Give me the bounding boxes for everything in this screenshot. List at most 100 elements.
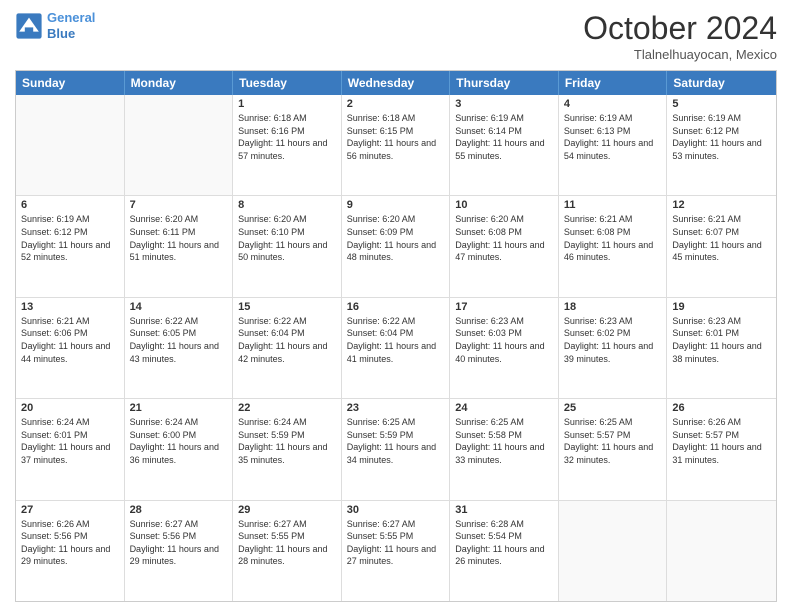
day-info: Sunrise: 6:20 AM Sunset: 6:08 PM Dayligh… xyxy=(455,213,553,263)
day-info: Sunrise: 6:22 AM Sunset: 6:04 PM Dayligh… xyxy=(347,315,445,365)
header-day-tuesday: Tuesday xyxy=(233,71,342,95)
day-info: Sunrise: 6:21 AM Sunset: 6:08 PM Dayligh… xyxy=(564,213,662,263)
logo: General Blue xyxy=(15,10,95,41)
calendar: SundayMondayTuesdayWednesdayThursdayFrid… xyxy=(15,70,777,602)
day-number: 31 xyxy=(455,504,553,516)
cal-cell: 25 Sunrise: 6:25 AM Sunset: 5:57 PM Dayli… xyxy=(559,399,668,499)
day-number: 22 xyxy=(238,402,336,414)
location: Tlalnelhuayocan, Mexico xyxy=(583,47,777,62)
cal-cell: 5Sunrise: 6:19 AM Sunset: 6:12 PM Daylig… xyxy=(667,95,776,195)
cal-cell: 24Sunrise: 6:25 AM Sunset: 5:58 PM Dayli… xyxy=(450,399,559,499)
day-number: 10 xyxy=(455,199,553,211)
day-info: Sunrise: 6:21 AM Sunset: 6:06 PM Dayligh… xyxy=(21,315,119,365)
header-day-wednesday: Wednesday xyxy=(342,71,451,95)
day-info: Sunrise: 6:24 AM Sunset: 6:00 PM Dayligh… xyxy=(130,416,228,466)
day-info: Sunrise: 6:19 AM Sunset: 6:13 PM Dayligh… xyxy=(564,112,662,162)
week-row-2: 6 Sunrise: 6:19 AM Sunset: 6:12 PM Daylig… xyxy=(16,196,776,297)
day-number: 14 xyxy=(130,301,228,313)
header-day-friday: Friday xyxy=(559,71,668,95)
cal-cell xyxy=(125,95,234,195)
day-info: Sunrise: 6:24 AM Sunset: 5:59 PM Dayligh… xyxy=(238,416,336,466)
day-number: 16 xyxy=(347,301,445,313)
day-info: Sunrise: 6:19 AM Sunset: 6:12 PM Dayligh… xyxy=(21,213,119,263)
day-info: Sunrise: 6:27 AM Sunset: 5:55 PM Dayligh… xyxy=(347,518,445,568)
day-number: 11 xyxy=(564,199,662,211)
cal-cell: 28 Sunrise: 6:27 AM Sunset: 5:56 PM Dayli… xyxy=(125,501,234,601)
cal-cell: 11 Sunrise: 6:21 AM Sunset: 6:08 PM Dayli… xyxy=(559,196,668,296)
day-number: 6 xyxy=(21,199,119,211)
day-number: 18 xyxy=(564,301,662,313)
week-row-3: 13 Sunrise: 6:21 AM Sunset: 6:06 PM Dayli… xyxy=(16,298,776,399)
calendar-body: 1 Sunrise: 6:18 AM Sunset: 6:16 PM Daylig… xyxy=(16,95,776,601)
day-number: 4 xyxy=(564,98,662,110)
day-number: 25 xyxy=(564,402,662,414)
day-number: 7 xyxy=(130,199,228,211)
day-info: Sunrise: 6:28 AM Sunset: 5:54 PM Dayligh… xyxy=(455,518,553,568)
cal-cell: 16 Sunrise: 6:22 AM Sunset: 6:04 PM Dayli… xyxy=(342,298,451,398)
week-row-1: 1 Sunrise: 6:18 AM Sunset: 6:16 PM Daylig… xyxy=(16,95,776,196)
cal-cell: 7 Sunrise: 6:20 AM Sunset: 6:11 PM Daylig… xyxy=(125,196,234,296)
header: General Blue October 2024 Tlalnelhuayoca… xyxy=(15,10,777,62)
calendar-page: General Blue October 2024 Tlalnelhuayoca… xyxy=(0,0,792,612)
day-number: 13 xyxy=(21,301,119,313)
day-info: Sunrise: 6:23 AM Sunset: 6:01 PM Dayligh… xyxy=(672,315,771,365)
month-title: October 2024 xyxy=(583,10,777,47)
cal-cell: 21Sunrise: 6:24 AM Sunset: 6:00 PM Dayli… xyxy=(125,399,234,499)
logo-text: General Blue xyxy=(47,10,95,41)
cal-cell: 8 Sunrise: 6:20 AM Sunset: 6:10 PM Daylig… xyxy=(233,196,342,296)
cal-cell: 29Sunrise: 6:27 AM Sunset: 5:55 PM Dayli… xyxy=(233,501,342,601)
day-info: Sunrise: 6:20 AM Sunset: 6:09 PM Dayligh… xyxy=(347,213,445,263)
cal-cell: 27 Sunrise: 6:26 AM Sunset: 5:56 PM Dayli… xyxy=(16,501,125,601)
day-number: 27 xyxy=(21,504,119,516)
day-info: Sunrise: 6:22 AM Sunset: 6:04 PM Dayligh… xyxy=(238,315,336,365)
day-info: Sunrise: 6:22 AM Sunset: 6:05 PM Dayligh… xyxy=(130,315,228,365)
day-info: Sunrise: 6:25 AM Sunset: 5:57 PM Dayligh… xyxy=(564,416,662,466)
cal-cell: 20Sunrise: 6:24 AM Sunset: 6:01 PM Dayli… xyxy=(16,399,125,499)
cal-cell: 1 Sunrise: 6:18 AM Sunset: 6:16 PM Daylig… xyxy=(233,95,342,195)
cal-cell: 18 Sunrise: 6:23 AM Sunset: 6:02 PM Dayli… xyxy=(559,298,668,398)
day-info: Sunrise: 6:26 AM Sunset: 5:56 PM Dayligh… xyxy=(21,518,119,568)
cal-cell: 19 Sunrise: 6:23 AM Sunset: 6:01 PM Dayli… xyxy=(667,298,776,398)
day-info: Sunrise: 6:19 AM Sunset: 6:12 PM Dayligh… xyxy=(672,112,771,162)
cal-cell: 13 Sunrise: 6:21 AM Sunset: 6:06 PM Dayli… xyxy=(16,298,125,398)
cal-cell: 12Sunrise: 6:21 AM Sunset: 6:07 PM Dayli… xyxy=(667,196,776,296)
day-info: Sunrise: 6:23 AM Sunset: 6:02 PM Dayligh… xyxy=(564,315,662,365)
day-number: 1 xyxy=(238,98,336,110)
day-number: 19 xyxy=(672,301,771,313)
day-info: Sunrise: 6:18 AM Sunset: 6:16 PM Dayligh… xyxy=(238,112,336,162)
cal-cell: 15 Sunrise: 6:22 AM Sunset: 6:04 PM Dayli… xyxy=(233,298,342,398)
cal-cell xyxy=(667,501,776,601)
day-info: Sunrise: 6:20 AM Sunset: 6:10 PM Dayligh… xyxy=(238,213,336,263)
day-info: Sunrise: 6:24 AM Sunset: 6:01 PM Dayligh… xyxy=(21,416,119,466)
cal-cell: 30Sunrise: 6:27 AM Sunset: 5:55 PM Dayli… xyxy=(342,501,451,601)
day-info: Sunrise: 6:26 AM Sunset: 5:57 PM Dayligh… xyxy=(672,416,771,466)
cal-cell: 3Sunrise: 6:19 AM Sunset: 6:14 PM Daylig… xyxy=(450,95,559,195)
cal-cell: 6 Sunrise: 6:19 AM Sunset: 6:12 PM Daylig… xyxy=(16,196,125,296)
day-number: 15 xyxy=(238,301,336,313)
day-info: Sunrise: 6:18 AM Sunset: 6:15 PM Dayligh… xyxy=(347,112,445,162)
header-day-monday: Monday xyxy=(125,71,234,95)
day-info: Sunrise: 6:21 AM Sunset: 6:07 PM Dayligh… xyxy=(672,213,771,263)
cal-cell: 22 Sunrise: 6:24 AM Sunset: 5:59 PM Dayli… xyxy=(233,399,342,499)
day-number: 28 xyxy=(130,504,228,516)
day-number: 23 xyxy=(347,402,445,414)
day-info: Sunrise: 6:27 AM Sunset: 5:56 PM Dayligh… xyxy=(130,518,228,568)
day-number: 9 xyxy=(347,199,445,211)
cal-cell: 10 Sunrise: 6:20 AM Sunset: 6:08 PM Dayli… xyxy=(450,196,559,296)
day-info: Sunrise: 6:20 AM Sunset: 6:11 PM Dayligh… xyxy=(130,213,228,263)
cal-cell: 23Sunrise: 6:25 AM Sunset: 5:59 PM Dayli… xyxy=(342,399,451,499)
logo-icon xyxy=(15,12,43,40)
day-number: 26 xyxy=(672,402,771,414)
day-number: 8 xyxy=(238,199,336,211)
cal-cell: 31 Sunrise: 6:28 AM Sunset: 5:54 PM Dayli… xyxy=(450,501,559,601)
cal-cell: 9 Sunrise: 6:20 AM Sunset: 6:09 PM Daylig… xyxy=(342,196,451,296)
day-number: 3 xyxy=(455,98,553,110)
header-day-sunday: Sunday xyxy=(16,71,125,95)
day-number: 2 xyxy=(347,98,445,110)
cal-cell xyxy=(16,95,125,195)
day-info: Sunrise: 6:23 AM Sunset: 6:03 PM Dayligh… xyxy=(455,315,553,365)
header-day-thursday: Thursday xyxy=(450,71,559,95)
cal-cell: 26 Sunrise: 6:26 AM Sunset: 5:57 PM Dayli… xyxy=(667,399,776,499)
cal-cell: 4 Sunrise: 6:19 AM Sunset: 6:13 PM Daylig… xyxy=(559,95,668,195)
day-info: Sunrise: 6:25 AM Sunset: 5:58 PM Dayligh… xyxy=(455,416,553,466)
